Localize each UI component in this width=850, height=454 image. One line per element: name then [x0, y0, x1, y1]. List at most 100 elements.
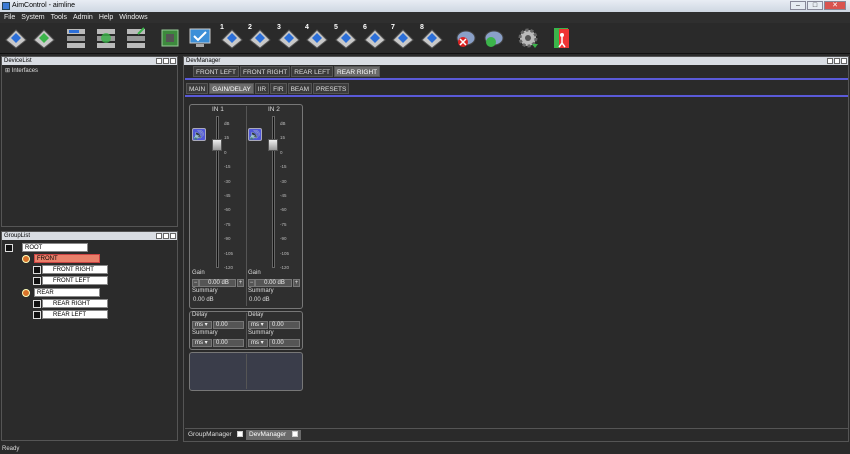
gain-fader-knob[interactable] — [212, 139, 222, 151]
panel-float-button[interactable] — [827, 58, 833, 64]
mute-speaker-icon[interactable]: 🔊 — [192, 128, 206, 141]
gain-increment-button[interactable]: + — [293, 279, 300, 287]
delay-summary-unit-select[interactable]: ms ▾ — [192, 339, 212, 347]
tree-item-interfaces[interactable]: ⊞ Interfaces — [5, 67, 38, 75]
chip-icon[interactable] — [158, 26, 182, 50]
channel-2-name: IN 2 — [268, 106, 280, 113]
connect-icon[interactable] — [482, 26, 506, 50]
device-tabs: FRONT LEFT FRONT RIGHT REAR LEFT REAR RI… — [193, 66, 381, 77]
minimize-button[interactable]: – — [790, 1, 806, 10]
device-blue-icon[interactable] — [4, 26, 28, 50]
maximize-button[interactable]: □ — [807, 1, 823, 10]
delay-label: Delay — [192, 312, 208, 318]
panel-close-button[interactable] — [170, 233, 176, 239]
tab-front-right[interactable]: FRONT RIGHT — [239, 66, 291, 77]
tab-group-manager[interactable]: GroupManager — [185, 430, 235, 440]
gain-value-field[interactable]: 0.00 dB — [255, 279, 292, 287]
channel-divider — [246, 354, 247, 389]
group-rear-right[interactable]: REAR RIGHT — [42, 299, 108, 308]
delay-value-field[interactable]: 0.00 — [269, 321, 300, 329]
tab-close-icon[interactable] — [292, 431, 298, 437]
menu-windows[interactable]: Windows — [119, 12, 147, 23]
group-front-left[interactable]: FRONT LEFT — [42, 276, 108, 285]
group-manager-label: GroupManager — [188, 431, 232, 438]
device-list-title: DeviceList — [2, 57, 177, 65]
chevron-down-icon: ▾ — [260, 340, 264, 346]
summary-value: 0.00 dB — [249, 297, 270, 303]
preset-4-icon[interactable]: 4 — [305, 24, 329, 50]
dev-manager-label: DevManager — [249, 431, 287, 438]
tab-presets[interactable]: PRESETS — [313, 83, 350, 94]
preset-2-icon[interactable]: 2 — [248, 24, 272, 50]
group-front[interactable]: FRONT — [34, 254, 100, 263]
delay-label: Delay — [248, 312, 264, 318]
menu-admin[interactable]: Admin — [73, 12, 93, 23]
dev-manager-title: DevManager — [184, 57, 848, 65]
panel-close-button[interactable] — [170, 58, 176, 64]
stack-icon[interactable] — [64, 26, 88, 50]
tab-main[interactable]: MAIN — [186, 83, 209, 94]
delay-unit-select[interactable]: ms ▾ — [192, 321, 212, 329]
panel-max-button[interactable] — [163, 233, 169, 239]
tab-close-icon[interactable] — [237, 431, 243, 437]
group-rear[interactable]: REAR — [34, 288, 100, 297]
device-icon[interactable] — [33, 277, 41, 285]
close-button[interactable]: ✕ — [824, 1, 846, 10]
gain-scale: dB 15 0 -15 -30 -45 -60 -75 -90 -105 -120 — [280, 121, 290, 271]
menu-system[interactable]: System — [21, 12, 44, 23]
delay-summary-unit-select[interactable]: ms ▾ — [248, 339, 268, 347]
tab-rear-left[interactable]: REAR LEFT — [291, 66, 334, 77]
tab-beam[interactable]: BEAM — [287, 83, 312, 94]
gain-decrement-button[interactable]: − — [248, 279, 255, 287]
gain-decrement-button[interactable]: − — [192, 279, 199, 287]
mute-speaker-icon[interactable]: 🔊 — [248, 128, 262, 141]
panel-max-button[interactable] — [163, 58, 169, 64]
tree-expander-icon[interactable]: ⊞ — [5, 68, 10, 74]
tab-iir[interactable]: IIR — [254, 83, 270, 94]
panel-close-button[interactable] — [841, 58, 847, 64]
preset-3-icon[interactable]: 3 — [277, 24, 301, 50]
delay-value-field[interactable]: 0.00 — [213, 321, 244, 329]
panel-max-button[interactable] — [834, 58, 840, 64]
preset-5-icon[interactable]: 5 — [334, 24, 358, 50]
device-icon[interactable] — [33, 311, 41, 319]
settings-gear-icon[interactable] — [516, 26, 540, 50]
delay-summary-value-field[interactable]: 0.00 — [213, 339, 244, 347]
tab-gain-delay[interactable]: GAIN/DELAY — [209, 83, 254, 94]
group-rear-left[interactable]: REAR LEFT — [42, 310, 108, 319]
tab-fir[interactable]: FIR — [270, 83, 287, 94]
exit-door-icon[interactable] — [550, 26, 574, 50]
menu-help[interactable]: Help — [99, 12, 113, 23]
tab-front-left[interactable]: FRONT LEFT — [193, 66, 239, 77]
root-group-icon[interactable] — [5, 244, 13, 252]
delay-summary-value-field[interactable]: 0.00 — [269, 339, 300, 347]
summary-label: Summary — [192, 288, 218, 294]
gain-fader-knob[interactable] — [268, 139, 278, 151]
menu-tools[interactable]: Tools — [51, 12, 67, 23]
panel-float-button[interactable] — [156, 233, 162, 239]
preset-7-icon[interactable]: 7 — [391, 24, 415, 50]
group-front-right[interactable]: FRONT RIGHT — [42, 265, 108, 274]
group-root[interactable]: ROOT — [22, 243, 88, 252]
device-green-icon[interactable] — [32, 26, 56, 50]
panel-buttons — [156, 233, 176, 239]
preset-8-icon[interactable]: 8 — [420, 24, 444, 50]
window-title: AimControl - aimline — [12, 2, 76, 9]
preset-6-icon[interactable]: 6 — [363, 24, 387, 50]
monitor-check-icon[interactable] — [188, 26, 212, 50]
gain-increment-button[interactable]: + — [237, 279, 244, 287]
panel-float-button[interactable] — [156, 58, 162, 64]
rear-group-icon[interactable] — [22, 289, 30, 297]
network-stack-icon[interactable] — [94, 26, 118, 50]
device-icon[interactable] — [33, 300, 41, 308]
stack-green-icon[interactable] — [124, 26, 148, 50]
delay-unit-select[interactable]: ms ▾ — [248, 321, 268, 329]
tab-rear-right[interactable]: REAR RIGHT — [334, 66, 381, 77]
front-group-icon[interactable] — [22, 255, 30, 263]
device-icon[interactable] — [33, 266, 41, 274]
preset-1-icon[interactable]: 1 — [220, 24, 244, 50]
gain-value-field[interactable]: 0.00 dB — [199, 279, 236, 287]
menu-file[interactable]: File — [4, 12, 15, 23]
disconnect-icon[interactable] — [454, 26, 478, 50]
panel-buttons — [156, 58, 176, 64]
